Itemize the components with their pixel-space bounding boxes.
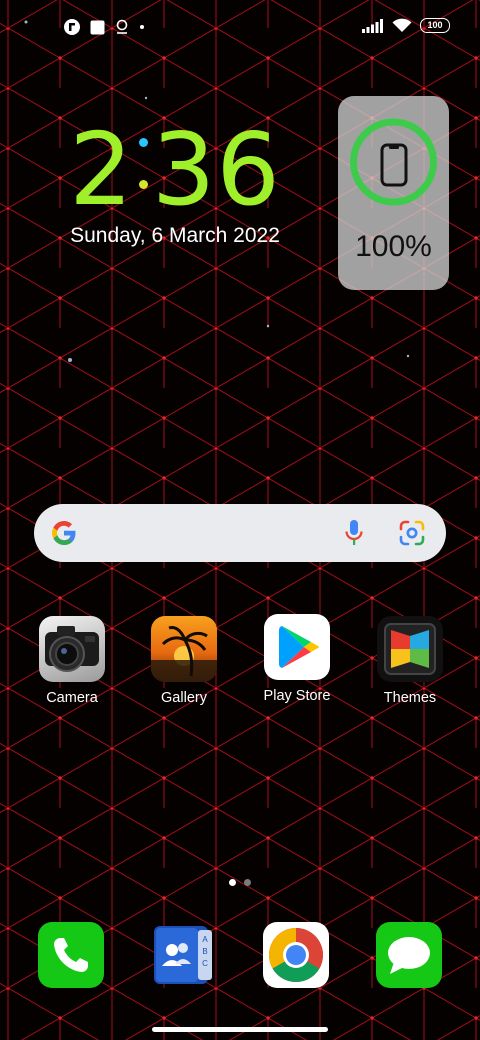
- status-bar-right: 100: [362, 18, 450, 33]
- clock-widget[interactable]: 2 36 Sunday, 6 March 2022: [40, 118, 310, 248]
- flipboard-icon: [64, 19, 80, 35]
- clock-time: 2 36: [40, 118, 310, 222]
- wifi-icon: [392, 18, 412, 32]
- clock-minutes: 36: [151, 111, 281, 228]
- themes-icon: [377, 616, 443, 682]
- chrome-icon[interactable]: [263, 922, 329, 988]
- app-themes[interactable]: Themes: [360, 616, 460, 706]
- app-label: Camera: [46, 690, 98, 706]
- status-bar: 100: [0, 0, 480, 56]
- battery-percent: 100%: [355, 230, 432, 263]
- location-icon: [116, 19, 128, 34]
- svg-text:A: A: [202, 935, 208, 944]
- app-gallery[interactable]: Gallery: [134, 616, 234, 706]
- svg-text:C: C: [202, 959, 208, 968]
- page-indicator[interactable]: [229, 879, 251, 886]
- google-search-bar[interactable]: [34, 504, 446, 562]
- battery-indicator: 100: [420, 18, 450, 33]
- camera-icon: [39, 616, 105, 682]
- phone-device-icon: [380, 143, 408, 187]
- dot-icon: [140, 25, 144, 29]
- status-bar-left: [64, 19, 145, 35]
- microphone-icon[interactable]: [344, 519, 364, 547]
- gallery-icon: [151, 616, 217, 682]
- google-g-icon[interactable]: [50, 519, 78, 547]
- page-dot-active[interactable]: [229, 879, 236, 886]
- clock-hour: 2: [69, 111, 134, 228]
- contacts-icon[interactable]: A B C: [150, 922, 216, 988]
- app-play-store[interactable]: Play Store: [247, 614, 347, 704]
- phone-icon[interactable]: [38, 922, 104, 988]
- svg-text:B: B: [202, 947, 207, 956]
- messages-icon[interactable]: [376, 922, 442, 988]
- app-label: Play Store: [263, 688, 331, 704]
- clock-date: Sunday, 6 March 2022: [70, 224, 280, 247]
- google-lens-icon[interactable]: [398, 519, 426, 547]
- app-camera[interactable]: Camera: [22, 616, 122, 706]
- clock-colon: [134, 130, 152, 200]
- play-store-icon: [264, 614, 330, 680]
- navigation-handle[interactable]: [152, 1027, 328, 1032]
- app-label: Themes: [383, 690, 437, 706]
- app-label: Gallery: [161, 690, 207, 706]
- square-notification-icon: [90, 20, 105, 34]
- battery-widget[interactable]: 100%: [338, 96, 449, 290]
- signal-icon: [362, 18, 383, 33]
- page-dot[interactable]: [244, 879, 251, 886]
